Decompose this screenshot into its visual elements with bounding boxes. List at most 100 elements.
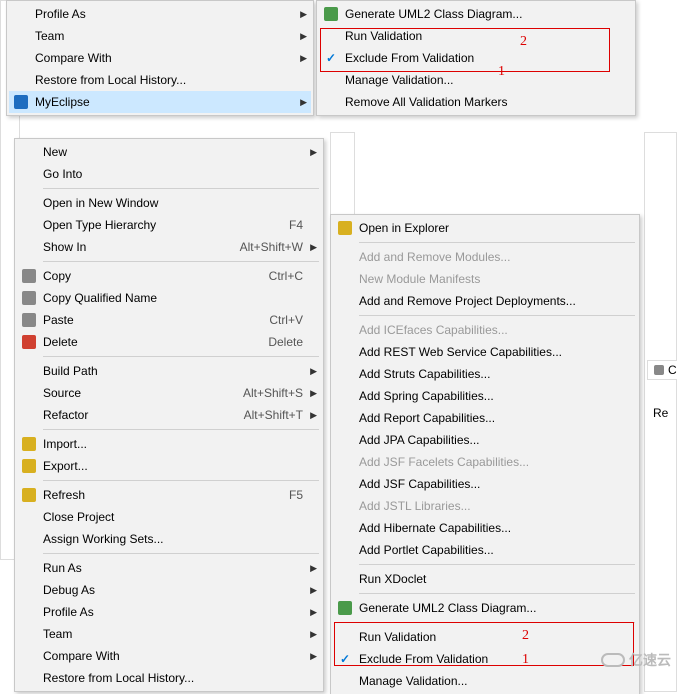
menu-item[interactable]: Add Hibernate Capabilities... [333, 517, 637, 539]
menu-item-label: New [43, 145, 303, 159]
menu-item[interactable]: Team▶ [17, 623, 321, 645]
menu-item[interactable]: Assign Working Sets... [17, 528, 321, 550]
menu-item[interactable]: Open Type HierarchyF4 [17, 214, 321, 236]
menu-item[interactable]: Remove All Validation Markers [319, 91, 633, 113]
menu-item[interactable]: Open in Explorer [333, 217, 637, 239]
icon-slot [337, 322, 353, 338]
menu-item-label: Add Struts Capabilities... [359, 367, 619, 381]
menu-item-label: Copy [43, 269, 239, 283]
menu-item-label: Run Validation [345, 29, 615, 43]
menu-item[interactable]: ✓Exclude From Validation [333, 648, 637, 670]
menu-item[interactable]: Manage Validation... [333, 670, 637, 692]
yellow-icon [21, 458, 37, 474]
menu-item[interactable]: Team▶ [9, 25, 311, 47]
menu-item-label: Exclude From Validation [359, 652, 619, 666]
menu-item[interactable]: SourceAlt+Shift+S▶ [17, 382, 321, 404]
menu-item-label: Source [43, 386, 213, 400]
icon-slot [21, 560, 37, 576]
menu-item[interactable]: Add JPA Capabilities... [333, 429, 637, 451]
menu-item[interactable]: Add Struts Capabilities... [333, 363, 637, 385]
green-icon [323, 6, 339, 22]
watermark: 亿速云 [601, 650, 671, 670]
menu-item[interactable]: Add Spring Capabilities... [333, 385, 637, 407]
menu-separator [359, 593, 635, 594]
menu-item[interactable]: Manage Validation... [319, 69, 633, 91]
menu-item[interactable]: Profile As▶ [9, 3, 311, 25]
icon-slot [21, 166, 37, 182]
icon-slot [21, 239, 37, 255]
menu-item[interactable]: Copy Qualified Name [17, 287, 321, 309]
menu-item[interactable]: Add REST Web Service Capabilities... [333, 341, 637, 363]
icon-slot [337, 366, 353, 382]
menu-item[interactable]: ✓Exclude From Validation [319, 47, 633, 69]
context-submenu-bottom-right: Open in Explorer Add and Remove Modules..… [330, 214, 640, 694]
menu-item[interactable]: Import... [17, 433, 321, 455]
icon-slot [337, 520, 353, 536]
icon-slot [337, 271, 353, 287]
menu-separator [43, 553, 319, 554]
icon-slot [337, 673, 353, 689]
menu-item-label: Open in New Window [43, 196, 303, 210]
icon-slot [21, 363, 37, 379]
menu-item[interactable]: CopyCtrl+C [17, 265, 321, 287]
menu-item[interactable]: Compare With▶ [9, 47, 311, 69]
menu-item[interactable]: Add Report Capabilities... [333, 407, 637, 429]
menu-item-label: Go Into [43, 167, 303, 181]
menu-shortcut: F4 [289, 218, 303, 232]
side-tab-co[interactable]: Co [647, 360, 677, 380]
menu-shortcut: Alt+Shift+T [244, 408, 303, 422]
menu-item[interactable]: Build Path▶ [17, 360, 321, 382]
menu-item[interactable]: Generate UML2 Class Diagram... [333, 597, 637, 619]
menu-item-label: New Module Manifests [359, 272, 619, 286]
menu-separator [43, 261, 319, 262]
menu-item[interactable]: Add JSF Capabilities... [333, 473, 637, 495]
yellow-icon [337, 220, 353, 236]
menu-item[interactable]: Export... [17, 455, 321, 477]
menu-item[interactable]: RefactorAlt+Shift+T▶ [17, 404, 321, 426]
menu-item[interactable]: Profile As▶ [17, 601, 321, 623]
menu-item-label: Generate UML2 Class Diagram... [345, 7, 615, 21]
menu-item-label: Manage Validation... [345, 73, 615, 87]
menu-item[interactable]: Add Portlet Capabilities... [333, 539, 637, 561]
menu-item[interactable]: Run As▶ [17, 557, 321, 579]
menu-item[interactable]: Generate UML2 Class Diagram... [319, 3, 633, 25]
menu-item-label: Export... [43, 459, 303, 473]
menu-item-label: Copy Qualified Name [43, 291, 303, 305]
icon-slot [337, 249, 353, 265]
menu-item-label: Open in Explorer [359, 221, 619, 235]
icon-slot [21, 582, 37, 598]
icon-slot [323, 94, 339, 110]
menu-item[interactable]: DeleteDelete [17, 331, 321, 353]
menu-item[interactable]: RefreshF5 [17, 484, 321, 506]
menu-item: New Module Manifests [333, 268, 637, 290]
menu-shortcut: Alt+Shift+W [240, 240, 303, 254]
menu-item[interactable]: Run Validation [333, 626, 637, 648]
icon-slot [13, 50, 29, 66]
menu-item[interactable]: Show InAlt+Shift+W▶ [17, 236, 321, 258]
menu-item-label: Add and Remove Project Deployments... [359, 294, 619, 308]
menu-item[interactable]: Restore from Local History... [9, 69, 311, 91]
menu-item-label: Add JSTL Libraries... [359, 499, 619, 513]
menu-item[interactable]: Compare With▶ [17, 645, 321, 667]
annotation-1-top: 1 [498, 64, 505, 80]
menu-item[interactable]: Restore from Local History... [17, 667, 321, 689]
menu-item[interactable]: Run XDoclet [333, 568, 637, 590]
menu-item[interactable]: Go Into [17, 163, 321, 185]
gray-icon [21, 268, 37, 284]
menu-item[interactable]: MyEclipse▶ [9, 91, 311, 113]
icon-slot [337, 410, 353, 426]
menu-shortcut: Delete [268, 335, 303, 349]
menu-item[interactable]: Open in New Window [17, 192, 321, 214]
menu-item-label: Add JSF Facelets Capabilities... [359, 455, 619, 469]
menu-item[interactable]: Close Project [17, 506, 321, 528]
menu-item[interactable]: Add and Remove Project Deployments... [333, 290, 637, 312]
menu-item-label: Close Project [43, 510, 303, 524]
menu-item[interactable]: Debug As▶ [17, 579, 321, 601]
icon-slot [21, 626, 37, 642]
menu-item[interactable]: Run Validation [319, 25, 633, 47]
menu-item[interactable]: New▶ [17, 141, 321, 163]
menu-item[interactable]: PasteCtrl+V [17, 309, 321, 331]
annotation-2-bottom: 2 [522, 628, 529, 644]
menu-item-label: Add and Remove Modules... [359, 250, 619, 264]
icon-slot [323, 28, 339, 44]
